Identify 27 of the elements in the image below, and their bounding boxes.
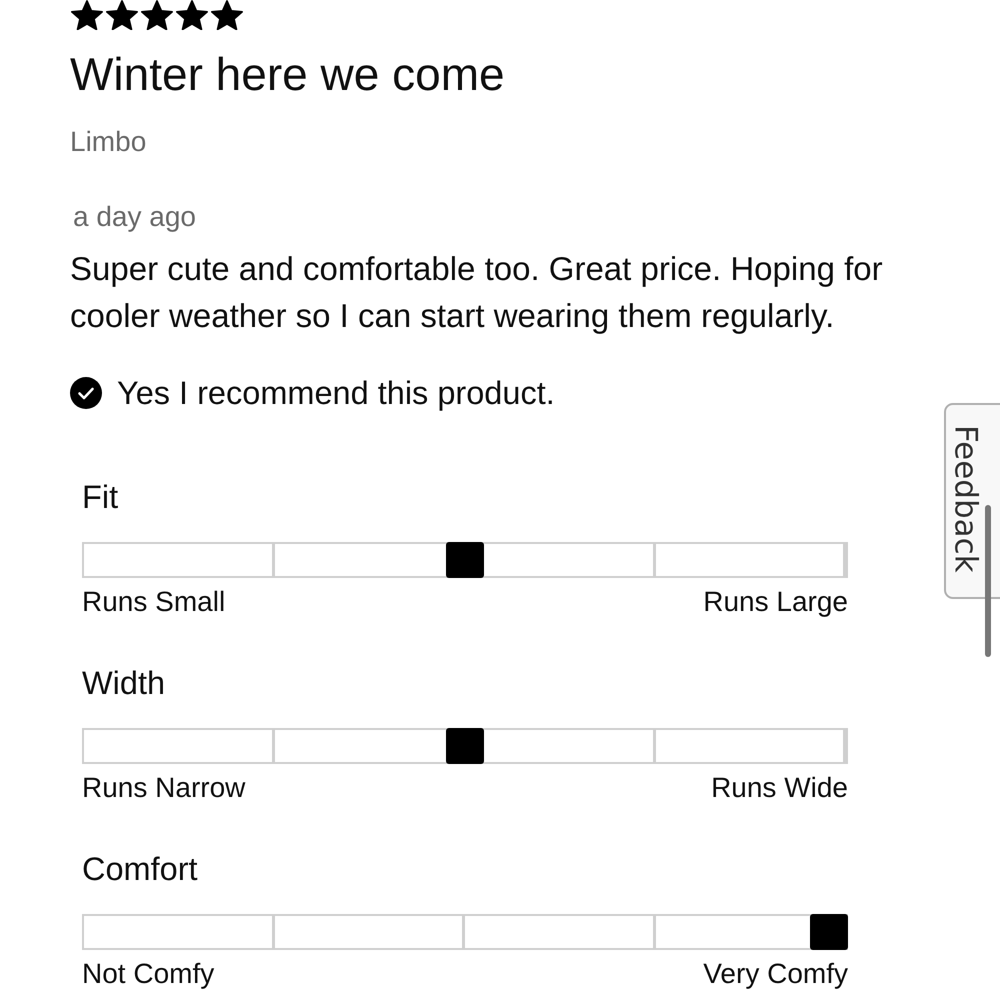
scale-min-label: Runs Narrow xyxy=(82,774,246,802)
slider-thumb[interactable] xyxy=(446,542,484,578)
scrollbar[interactable] xyxy=(985,505,991,657)
review-date: a day ago xyxy=(72,202,196,232)
slider-thumb[interactable] xyxy=(446,728,484,764)
scale-label: Fit xyxy=(82,480,118,514)
slider-thumb[interactable] xyxy=(810,914,848,950)
rating-scale-track[interactable] xyxy=(82,542,848,578)
review-title: Winter here we come xyxy=(70,48,505,100)
feedback-tab[interactable]: Feedback xyxy=(944,403,1000,599)
scale-min-label: Not Comfy xyxy=(82,960,214,988)
star-icon xyxy=(141,0,173,30)
recommendation-text: Yes I recommend this product. xyxy=(117,376,555,410)
star-icon xyxy=(176,0,208,30)
scale-max-label: Very Comfy xyxy=(703,960,848,988)
reviewer-name: Limbo xyxy=(70,127,146,157)
rating-scale-track[interactable] xyxy=(82,914,848,950)
star-icon xyxy=(106,0,138,30)
scale-label: Comfort xyxy=(82,852,198,886)
rating-scale-track[interactable] xyxy=(82,728,848,764)
scale-max-label: Runs Wide xyxy=(711,774,848,802)
scale-label: Width xyxy=(82,666,166,700)
review-text: Super cute and comfortable too. Great price. Hoping for cooler weather so I can start wearing them regularly. xyxy=(70,249,884,336)
star-icon xyxy=(71,0,103,30)
scale-min-label: Runs Small xyxy=(82,588,226,616)
star-icon xyxy=(211,0,243,30)
scale-max-label: Runs Large xyxy=(703,588,848,616)
